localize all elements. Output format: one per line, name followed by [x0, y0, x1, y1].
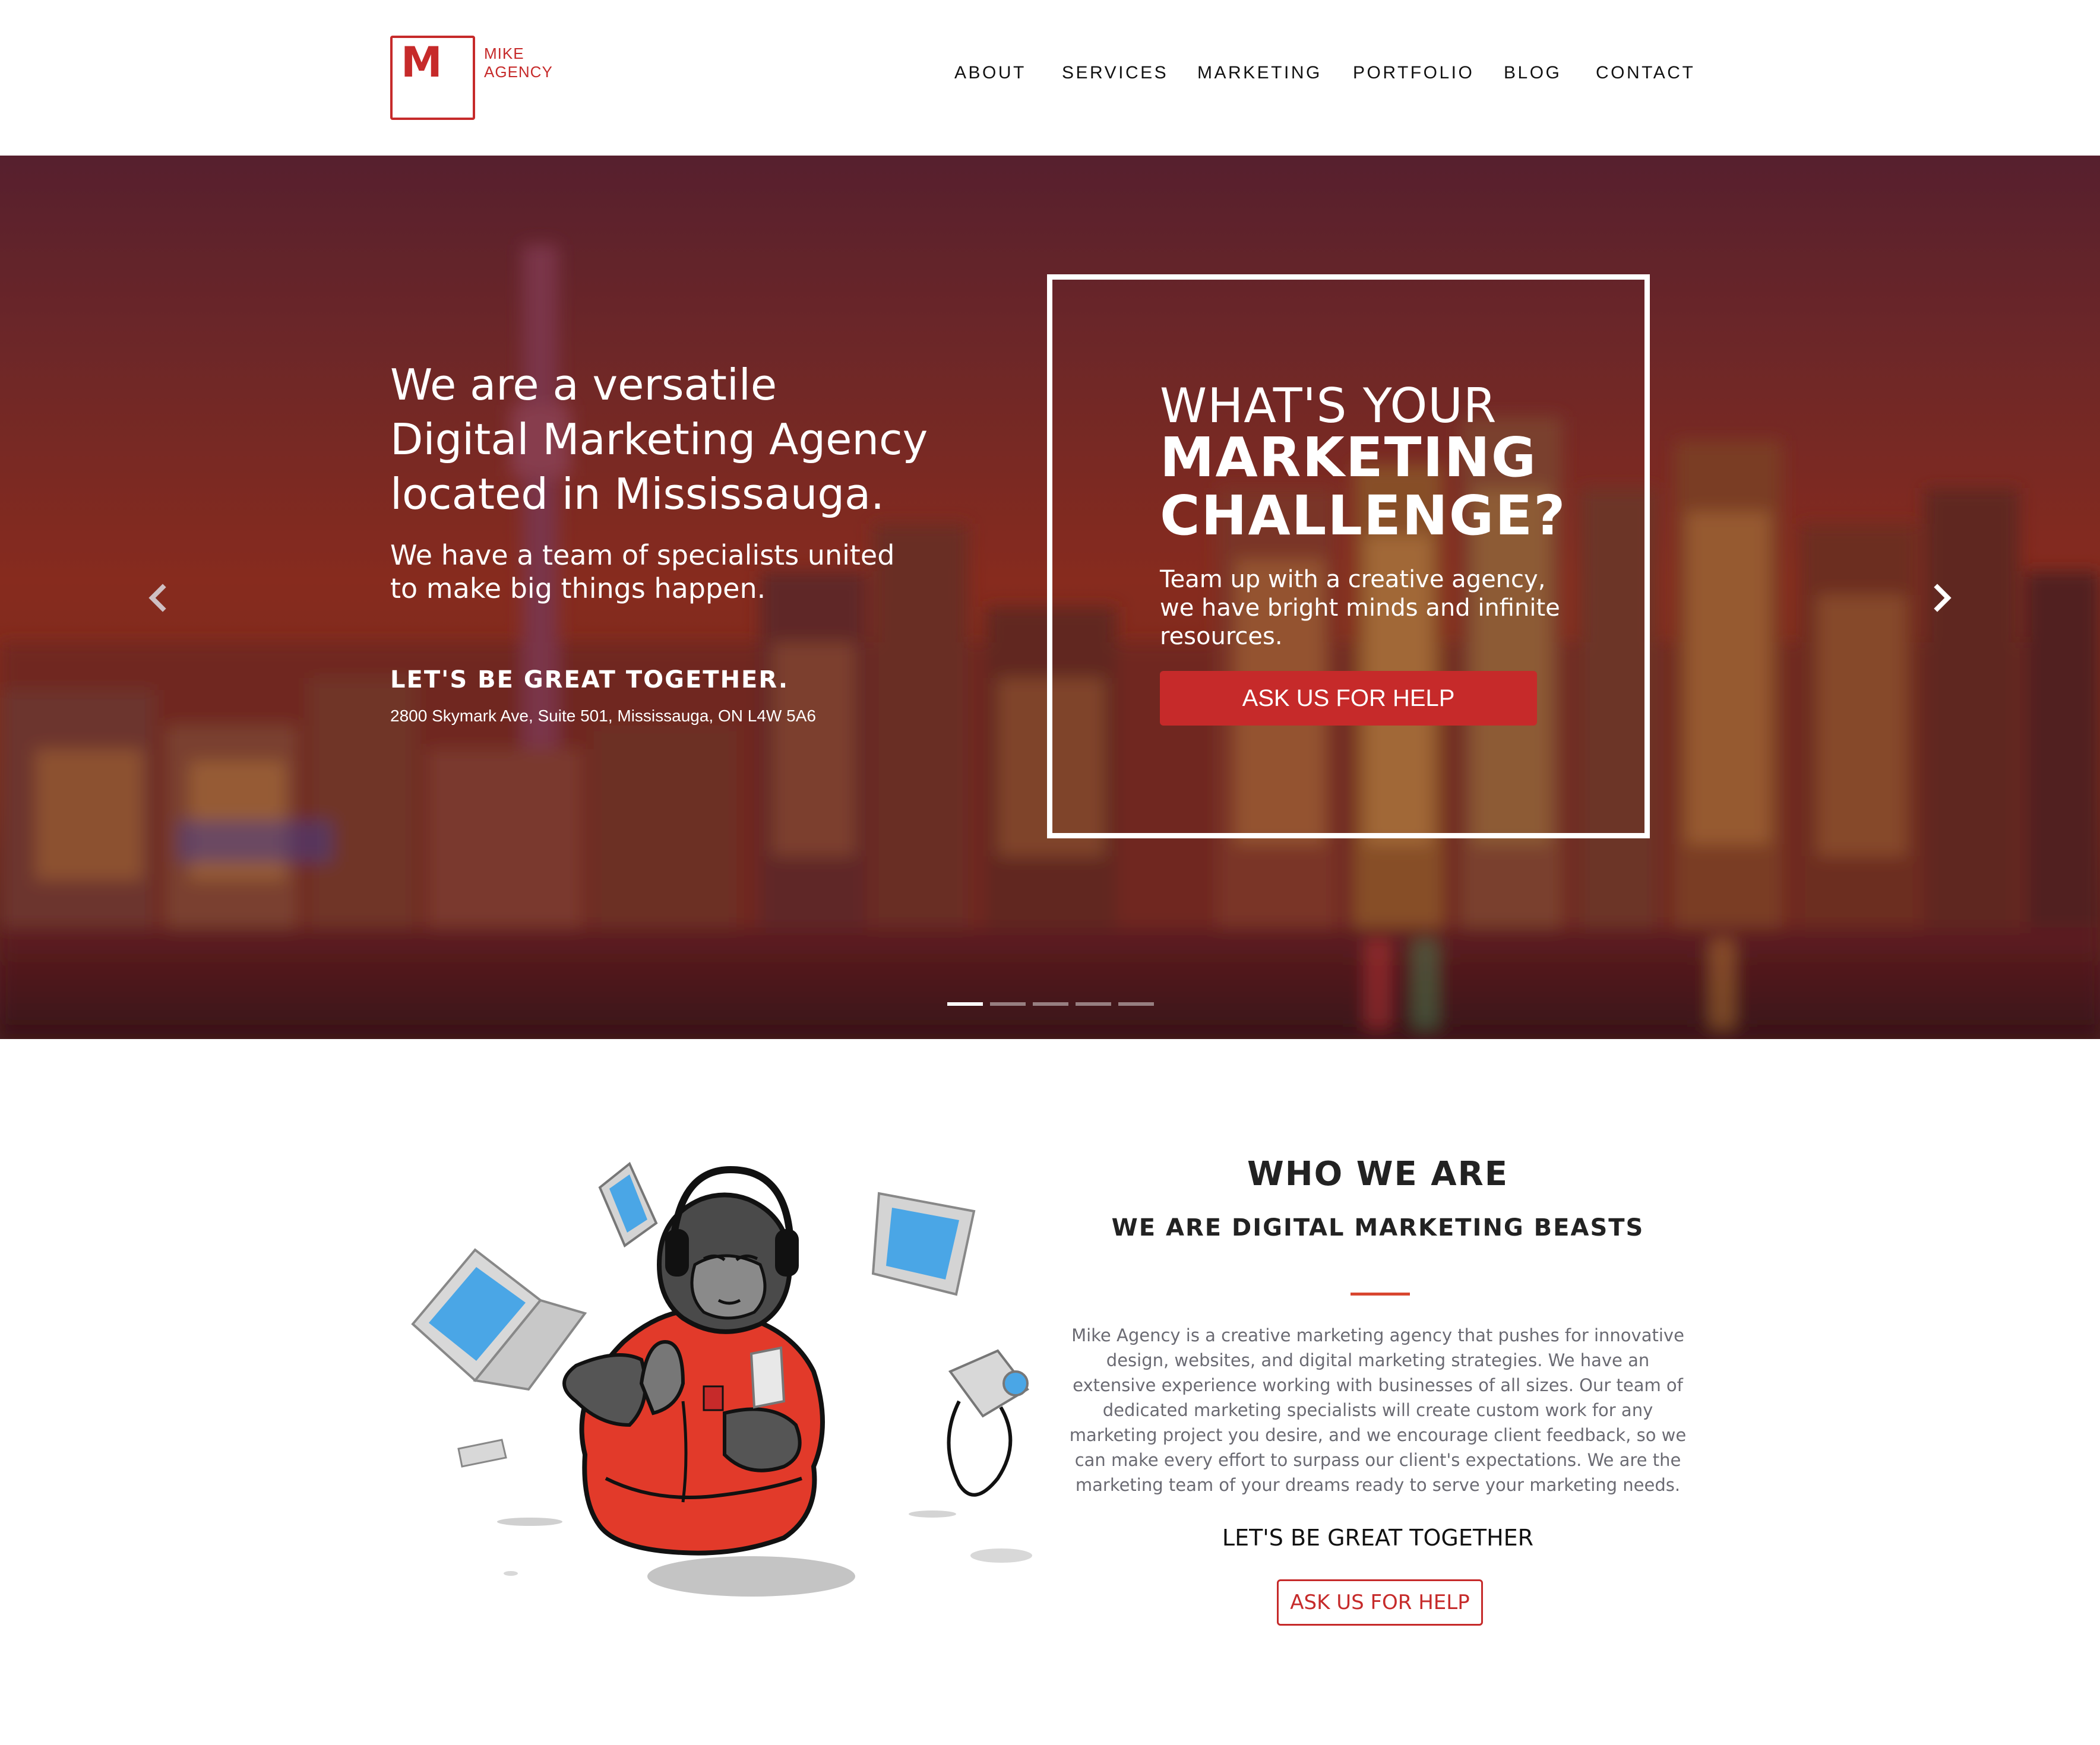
- carousel-prev-button[interactable]: [143, 580, 172, 616]
- logo-letter: M: [401, 38, 442, 87]
- carousel-next-button[interactable]: [1928, 580, 1957, 616]
- hero-intro: We are a versatile Digital Marketing Age…: [390, 357, 960, 725]
- hero-heading: We are a versatile Digital Marketing Age…: [390, 360, 928, 519]
- hero-address: 2800 Skymark Ave, Suite 501, Mississauga…: [390, 707, 816, 725]
- carousel-indicator-2[interactable]: [990, 1002, 1026, 1006]
- nav-item-services[interactable]: SERVICES: [1062, 63, 1168, 83]
- carousel-indicator-3[interactable]: [1033, 1002, 1068, 1006]
- challenge-card-frame: [1047, 274, 1650, 838]
- nav-item-contact[interactable]: CONTACT: [1596, 63, 1695, 83]
- carousel-indicator-4[interactable]: [1076, 1002, 1111, 1006]
- chevron-right-icon: [1934, 584, 1952, 612]
- logo-box[interactable]: M: [390, 36, 475, 120]
- who-ask-help-button[interactable]: ASK US FOR HELP: [1277, 1579, 1483, 1626]
- who-we-are-body: Mike Agency is a creative marketing agen…: [1069, 1325, 1687, 1495]
- carousel-indicator-5[interactable]: [1118, 1002, 1154, 1006]
- logo-name-line2: AGENCY: [484, 63, 553, 81]
- nav-item-about[interactable]: ABOUT: [954, 63, 1026, 83]
- nav-item-portfolio[interactable]: PORTFOLIO: [1353, 63, 1474, 83]
- chevron-left-icon: [148, 584, 166, 612]
- logo-name-line1: MIKE: [484, 45, 524, 62]
- challenge-title-bold: MARKETING CHALLENGE?: [1160, 426, 1567, 547]
- hero-ask-help-button[interactable]: ASK US FOR HELP: [1160, 671, 1537, 726]
- site-header: M MIKE AGENCY ABOUT SERVICES MARKETING P…: [0, 0, 2100, 156]
- who-we-are-title: WHO WE ARE: [1247, 1155, 1508, 1193]
- challenge-text: Team up with a creative agency, we have …: [1160, 566, 1560, 650]
- hero-subheading: We have a team of specialists united to …: [390, 539, 895, 604]
- who-we-are-cta-label: LET'S BE GREAT TOGETHER: [1222, 1525, 1534, 1551]
- logo-wordmark[interactable]: MIKE AGENCY: [484, 45, 553, 81]
- nav-item-blog[interactable]: BLOG: [1504, 63, 1561, 83]
- carousel-indicator-1[interactable]: [947, 1002, 983, 1006]
- gorilla-illustration: [411, 1161, 1032, 1597]
- nav-item-marketing[interactable]: MARKETING: [1197, 63, 1322, 83]
- who-we-are-subtitle: WE ARE DIGITAL MARKETING BEASTS: [1111, 1214, 1644, 1242]
- hero-carousel: We are a versatile Digital Marketing Age…: [0, 156, 2100, 1039]
- hero-tagline: LET'S BE GREAT TOGETHER.: [390, 666, 789, 693]
- section-divider: [1351, 1293, 1410, 1296]
